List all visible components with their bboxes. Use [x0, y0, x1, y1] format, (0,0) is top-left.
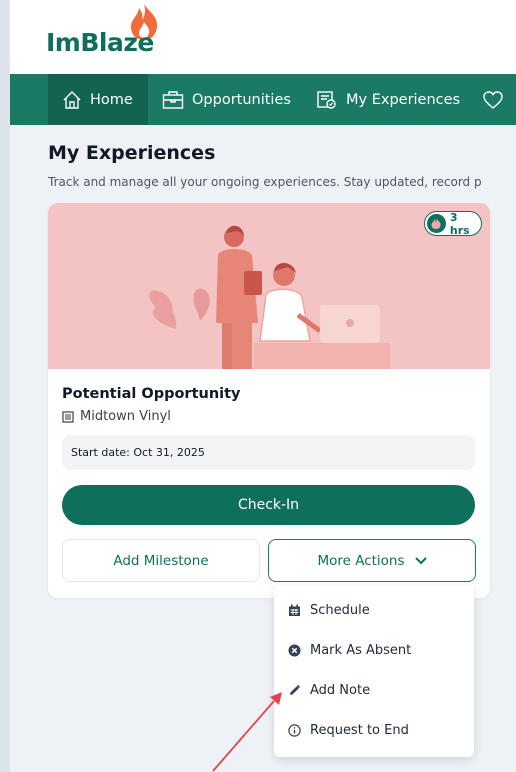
hours-badge-text: 3 hrs: [449, 210, 470, 237]
pencil-icon: [290, 684, 301, 695]
menu-item-schedule[interactable]: Schedule: [288, 600, 370, 620]
nav-item-home[interactable]: Home: [48, 74, 148, 125]
x-circle-icon: [288, 644, 301, 656]
top-header: ImBlaze: [10, 0, 516, 74]
company-name: Midtown Vinyl: [80, 409, 171, 424]
hours-badge: 3 hrs: [424, 210, 482, 237]
chevron-down-icon: [414, 556, 427, 564]
window-frame-left: [0, 0, 10, 772]
app-logo[interactable]: ImBlaze: [46, 28, 154, 57]
heart-icon: [483, 90, 503, 109]
info-icon: [288, 723, 301, 737]
more-actions-button[interactable]: More Actions: [268, 539, 476, 582]
add-milestone-label: Add Milestone: [113, 552, 209, 569]
menu-label-mark-absent: Mark As Absent: [310, 642, 412, 658]
nav-item-my-experiences[interactable]: My Experiences: [316, 74, 460, 125]
nav-item-opportunities[interactable]: Opportunities: [162, 74, 291, 125]
experiences-icon: [317, 90, 336, 109]
experience-card: 3 hrs Potential Opportunity Midtown Viny…: [48, 203, 490, 598]
menu-label-add-note: Add Note: [310, 682, 371, 698]
page-description: Track and manage all your ongoing experi…: [48, 175, 482, 189]
building-icon: [62, 410, 74, 423]
company-row: Midtown Vinyl: [62, 409, 171, 424]
opportunity-title: Potential Opportunity: [62, 386, 241, 402]
briefcase-icon: [162, 90, 184, 109]
start-date-text: Start date: Oct 31, 2025: [71, 446, 205, 459]
menu-item-mark-absent[interactable]: Mark As Absent: [288, 640, 411, 660]
flame-badge-icon: [427, 214, 446, 233]
menu-label-request-end: Request to End: [310, 722, 409, 738]
nav-label-home: Home: [90, 91, 133, 108]
more-actions-label: More Actions: [317, 552, 405, 569]
add-milestone-button[interactable]: Add Milestone: [62, 539, 260, 582]
menu-item-request-end[interactable]: Request to End: [288, 720, 409, 740]
people-working-illustration: [149, 225, 390, 369]
nav-label-my-experiences: My Experiences: [346, 91, 461, 108]
menu-label-schedule: Schedule: [310, 602, 370, 618]
home-icon: [63, 90, 81, 109]
check-in-button[interactable]: Check-In: [62, 485, 475, 525]
main-nav: Home Opportunities My Experiences: [10, 74, 516, 125]
nav-item-favorites[interactable]: [482, 74, 512, 125]
hero-illustration: 3 hrs: [48, 203, 490, 369]
start-date-box: Start date: Oct 31, 2025: [62, 435, 475, 470]
nav-label-opportunities: Opportunities: [192, 91, 291, 108]
page-title: My Experiences: [48, 142, 216, 164]
calendar-icon: [289, 604, 300, 616]
check-in-label: Check-In: [237, 497, 300, 513]
more-actions-dropdown: Schedule Mark As Absent Add Note Request…: [274, 585, 474, 757]
menu-item-add-note[interactable]: Add Note: [288, 680, 370, 700]
